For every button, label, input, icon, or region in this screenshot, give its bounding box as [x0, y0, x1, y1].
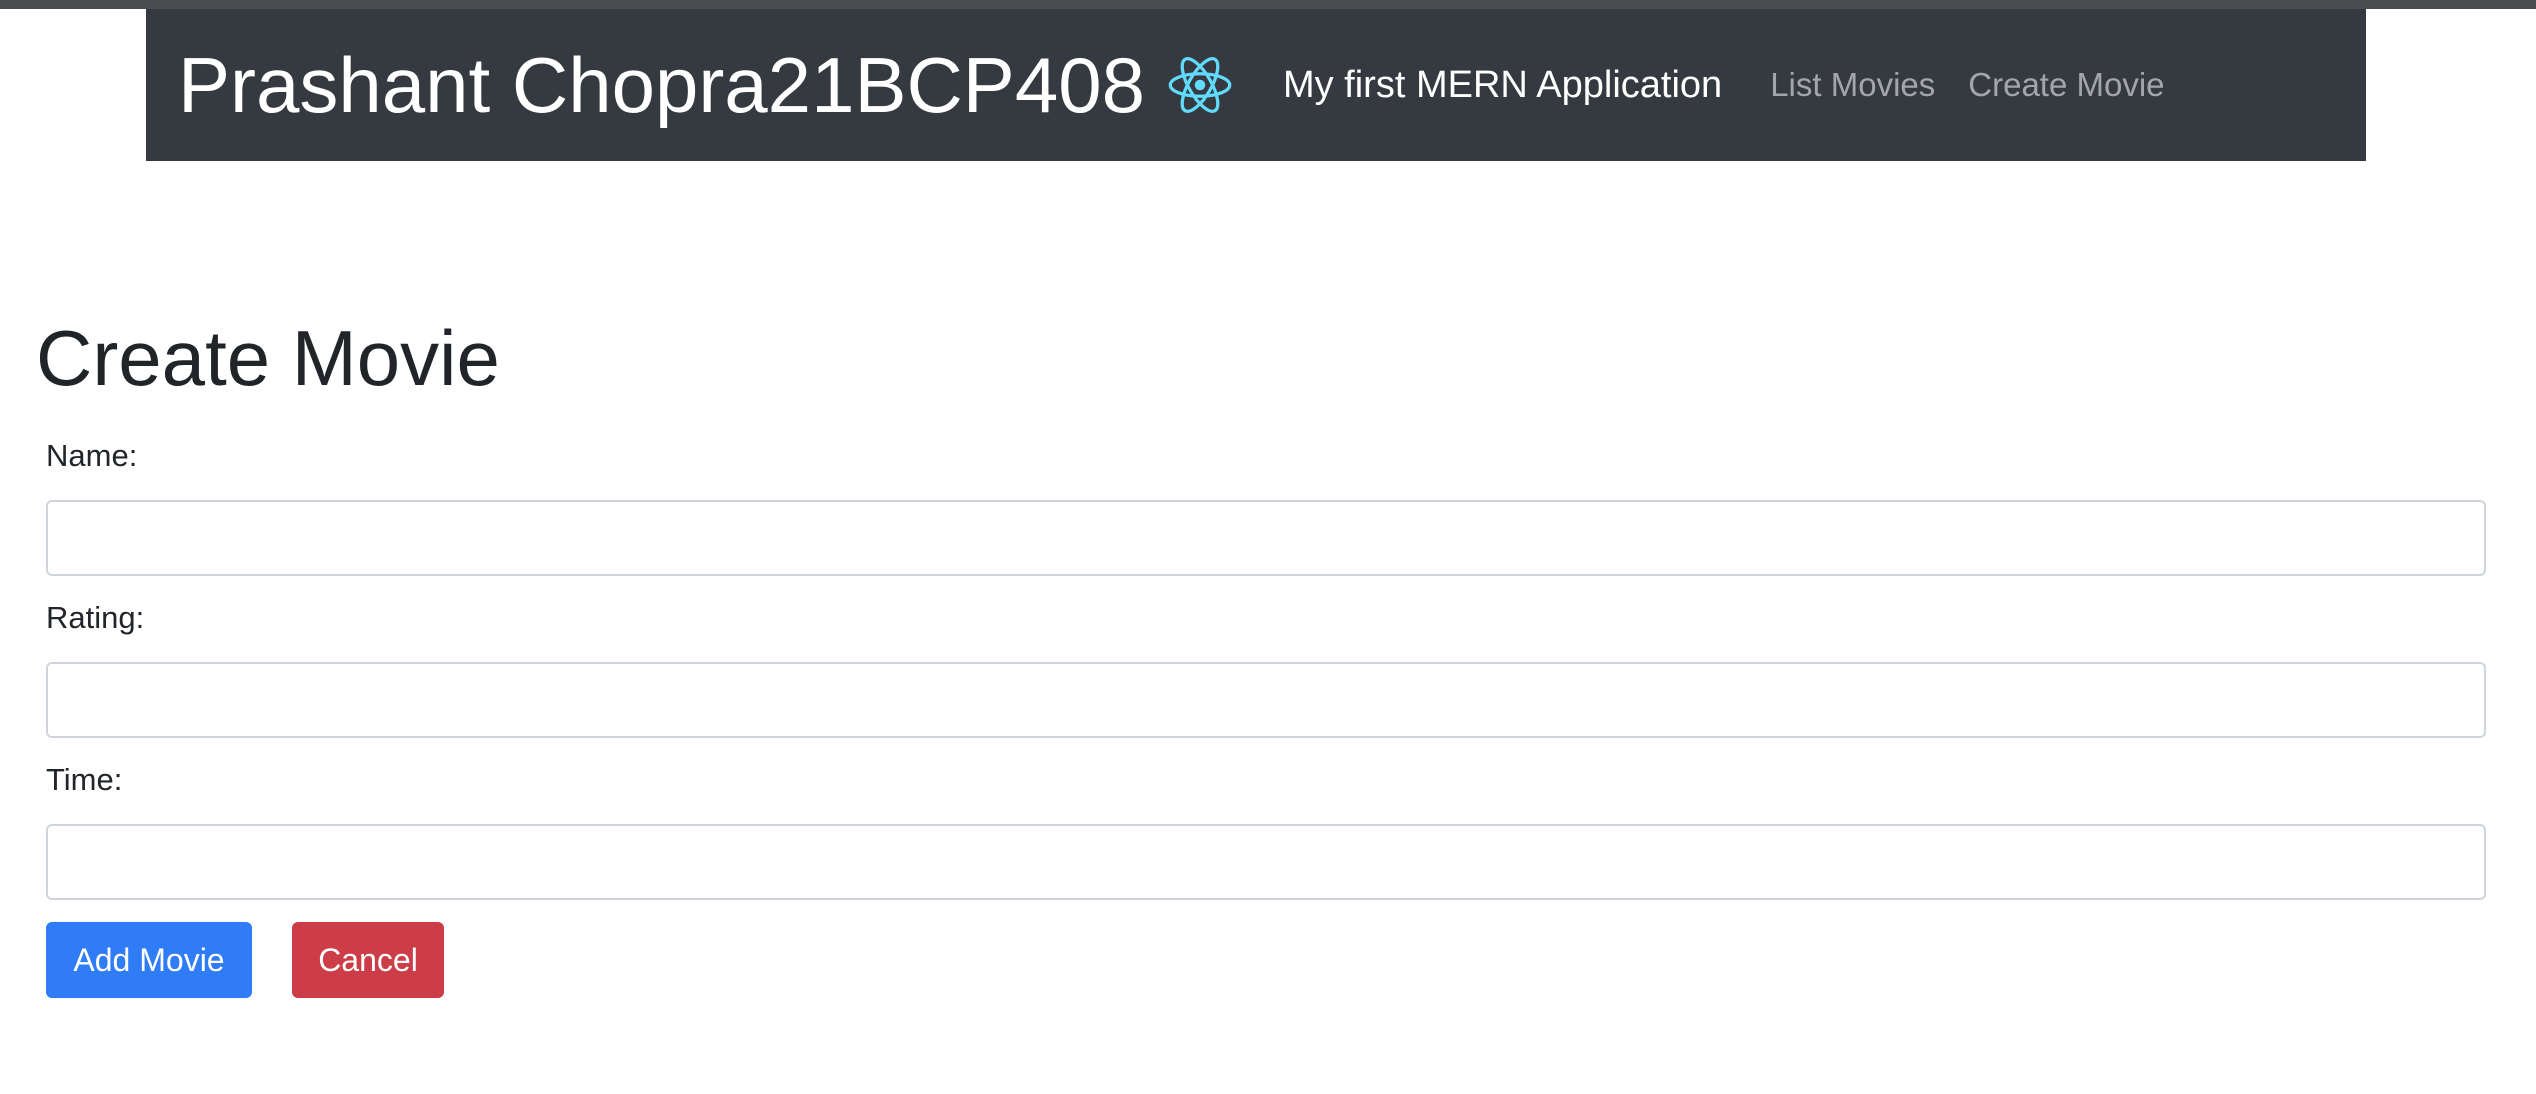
form-buttons: Add Movie Cancel	[46, 922, 2486, 998]
nav-link-create-movie[interactable]: Create Movie	[1968, 66, 2164, 104]
time-input[interactable]	[46, 824, 2486, 900]
rating-input[interactable]	[46, 662, 2486, 738]
rating-form-group: Rating:	[46, 598, 2486, 738]
name-form-group: Name:	[46, 436, 2486, 576]
name-input[interactable]	[46, 500, 2486, 576]
rating-label: Rating:	[46, 600, 145, 635]
window-top-strip	[0, 0, 2536, 9]
create-movie-form: Name: Rating: Time: Add Movie Cancel	[46, 436, 2486, 998]
brand-link[interactable]: Prashant Chopra21BCP408	[178, 46, 1233, 124]
app-title: My first MERN Application	[1282, 63, 1723, 106]
add-movie-button[interactable]: Add Movie	[46, 922, 252, 998]
time-form-group: Time:	[46, 760, 2486, 900]
react-atom-icon	[1167, 52, 1233, 118]
name-label: Name:	[46, 438, 138, 473]
page-title: Create Movie	[36, 314, 500, 402]
nav-links: List Movies Create Movie	[1770, 66, 2197, 104]
time-label: Time:	[46, 762, 123, 797]
brand-name: Prashant Chopra21BCP408	[178, 41, 1145, 129]
nav-link-list-movies[interactable]: List Movies	[1770, 66, 1935, 104]
top-navbar: Prashant Chopra21BCP408 My first MERN Ap…	[146, 9, 2366, 161]
cancel-button[interactable]: Cancel	[292, 922, 444, 998]
